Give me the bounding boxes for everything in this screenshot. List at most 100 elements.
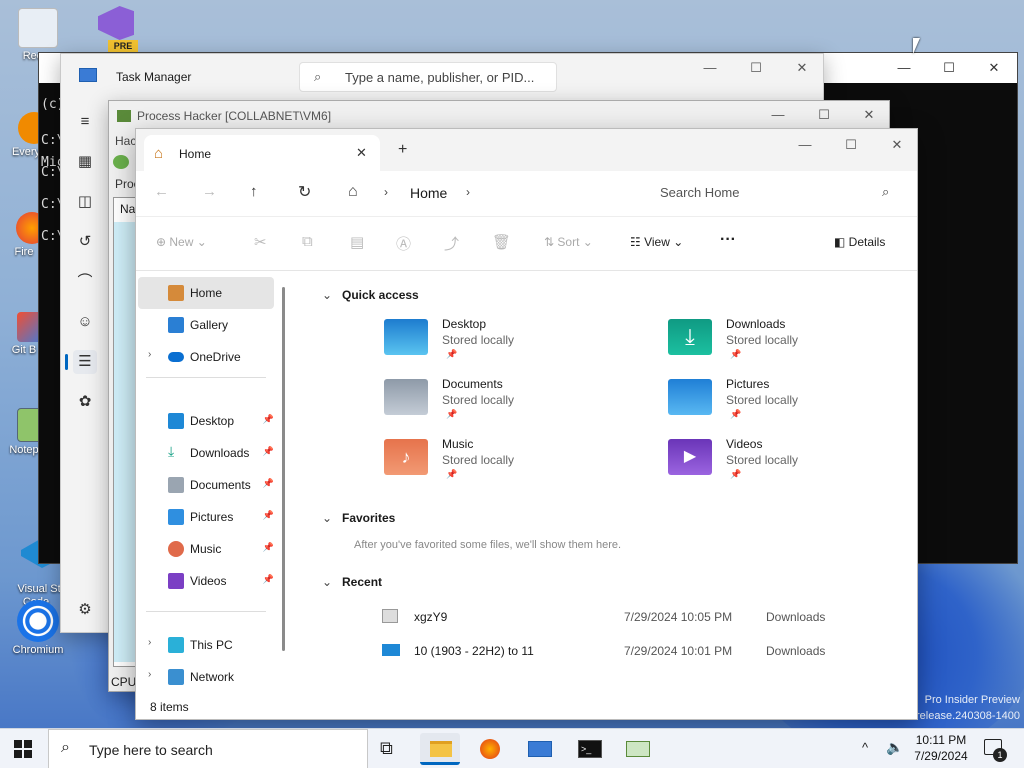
sidebar-item-desktop[interactable]: Desktop 📌 — [138, 405, 274, 437]
details-icon[interactable]: ☰ — [73, 350, 97, 374]
back-arrow-icon[interactable]: ← — [154, 183, 169, 200]
chevron-right-icon[interactable]: › — [148, 637, 151, 648]
explorer-maximize-button[interactable]: ☐ — [828, 137, 874, 153]
new-tab-icon[interactable]: + — [398, 141, 407, 159]
chevron-right-icon[interactable]: › — [148, 349, 151, 360]
view-button[interactable]: ☷ View ⌄ — [630, 235, 683, 249]
recent-row[interactable]: xgzY9 7/29/2024 10:05 PM Downloads — [382, 605, 862, 629]
forward-arrow-icon[interactable]: → — [202, 183, 217, 200]
notification-center-icon[interactable]: 1 — [984, 739, 1007, 762]
address-bar[interactable]: ⌂ › Home › — [338, 175, 634, 211]
taskbar-search-box[interactable]: ⌕ Type here to search — [48, 729, 368, 768]
console-close-button[interactable]: ✕ — [971, 53, 1017, 83]
recent-file-location: Downloads — [766, 644, 826, 658]
chevron-right-icon[interactable]: › — [148, 669, 151, 680]
start-windows-icon[interactable] — [14, 740, 32, 758]
sidebar-item-music[interactable]: Music 📌 — [138, 533, 274, 565]
sidebar-item-label: Videos — [190, 574, 227, 588]
chevron-up-icon[interactable]: ^ — [862, 740, 868, 755]
console-minimize-button[interactable]: — — [881, 53, 927, 83]
breadcrumb-home[interactable]: Home — [410, 185, 447, 201]
cut-icon[interactable]: ✂ — [254, 233, 267, 251]
details-button[interactable]: ◧ Details — [834, 235, 885, 249]
refresh-icon[interactable]: ↻ — [298, 182, 311, 202]
quick-access-item-downloads[interactable]: ⤓ Downloads Stored locally 📌 — [668, 317, 918, 377]
sidebar-item-documents[interactable]: Documents 📌 — [138, 469, 274, 501]
quick-access-header[interactable]: ⌄ Quick access — [322, 288, 419, 302]
sort-button[interactable]: ⇅ Sort ⌄ — [544, 235, 593, 249]
sidebar-item-onedrive[interactable]: › OneDrive — [138, 341, 274, 373]
taskbar-terminal-button[interactable]: >_ — [570, 733, 610, 765]
explorer-search-input[interactable]: Search Home ⌕ — [648, 177, 906, 209]
task-manager-maximize-button[interactable]: ☐ — [733, 60, 779, 76]
delete-icon[interactable]: 🗑 — [492, 233, 511, 251]
task-manager-close-button[interactable]: ✕ — [779, 60, 825, 76]
breadcrumb-chevron-icon[interactable]: › — [466, 185, 470, 199]
rename-icon[interactable]: Ⓐ — [396, 233, 411, 254]
copy-icon[interactable]: ⧉ — [302, 233, 313, 250]
quick-access-item-desktop[interactable]: Desktop Stored locally 📌 — [384, 317, 634, 377]
sidebar-item-pictures[interactable]: Pictures 📌 — [138, 501, 274, 533]
sidebar-scrollbar[interactable] — [282, 287, 285, 651]
file-explorer-window[interactable]: ⌂ Home ✕ + — ☐ ✕ ← → ↑ ↻ ⌂ › Home › Sear… — [135, 128, 918, 720]
taskbar-task-manager-button[interactable] — [520, 733, 560, 765]
sidebar-item-home[interactable]: Home — [138, 277, 274, 309]
paste-icon[interactable]: ▤ — [350, 233, 364, 251]
taskbar-clock[interactable]: 10:11 PM 7/29/2024 — [912, 733, 970, 763]
quick-access-item-videos[interactable]: ▶ Videos Stored locally 📌 — [668, 437, 918, 497]
task-manager-icon — [528, 741, 552, 757]
users-icon[interactable]: ☺ — [73, 310, 97, 334]
task-manager-search-input[interactable]: ⌕ Type a name, publisher, or PID... — [299, 62, 557, 92]
favorites-header[interactable]: ⌄ Favorites — [322, 511, 395, 525]
settings-gear-icon[interactable]: ⚙ — [73, 598, 97, 622]
task-view-icon[interactable]: ⧉ — [380, 738, 393, 759]
sidebar-item-network[interactable]: › Network — [138, 661, 274, 693]
process-hacker-menu[interactable]: Hac — [115, 134, 136, 148]
sidebar-item-label: Desktop — [190, 414, 235, 428]
more-options-icon[interactable]: ··· — [720, 231, 736, 249]
task-manager-minimize-button[interactable]: — — [687, 60, 733, 75]
quick-access-sub: Stored locally — [442, 393, 515, 407]
quick-access-item-music[interactable]: ♪ Music Stored locally 📌 — [384, 437, 634, 497]
process-hacker-close-button[interactable]: ✕ — [846, 107, 892, 123]
new-button[interactable]: ⊕ New ⌄ — [156, 235, 207, 249]
tab-home[interactable]: ⌂ Home ✕ — [144, 135, 380, 171]
sidebar-item-this-pc[interactable]: › This PC — [138, 629, 274, 661]
sidebar-divider — [146, 377, 266, 378]
explorer-minimize-button[interactable]: — — [782, 137, 828, 152]
process-hacker-maximize-button[interactable]: ☐ — [801, 107, 847, 123]
sidebar-item-gallery[interactable]: Gallery — [138, 309, 274, 341]
services-icon[interactable]: ✿ — [73, 390, 97, 414]
downloads-arrow-icon: ⤓ — [168, 443, 175, 459]
watermark-line2: release.240308-1400 — [916, 710, 1020, 722]
taskbar-process-hacker-button[interactable] — [618, 733, 658, 765]
quick-access-item-documents[interactable]: Documents Stored locally 📌 — [384, 377, 634, 437]
sidebar-item-downloads[interactable]: ⤓ Downloads 📌 — [138, 437, 274, 469]
sidebar-item-label: Gallery — [190, 318, 229, 332]
explorer-content-pane: ⌄ Quick access Desktop Stored locally 📌 ⤓… — [292, 271, 917, 697]
quick-access-item-pictures[interactable]: Pictures Stored locally 📌 — [668, 377, 918, 437]
desktop-icon-vs-preview[interactable]: PRE — [92, 6, 140, 52]
app-history-icon[interactable]: ↺ — [73, 230, 97, 254]
console-maximize-button[interactable]: ☐ — [926, 53, 972, 83]
taskbar-firefox-button[interactable] — [470, 733, 510, 765]
up-arrow-icon[interactable]: ↑ — [250, 183, 258, 200]
gallery-icon — [168, 317, 184, 333]
file-icon — [382, 644, 400, 656]
process-hacker-minimize-button[interactable]: — — [755, 107, 801, 122]
hamburger-menu-icon[interactable]: ≡ — [73, 110, 97, 134]
performance-icon[interactable]: ◫ — [73, 190, 97, 214]
tab-close-icon[interactable]: ✕ — [356, 145, 367, 161]
taskbar-file-explorer-button[interactable] — [420, 733, 460, 765]
startup-apps-icon[interactable]: ⌒ — [73, 270, 97, 294]
sort-label: Sort — [557, 235, 580, 249]
recent-row[interactable]: 10 (1903 - 22H2) to 11 7/29/2024 10:01 P… — [382, 639, 862, 663]
name-column-header[interactable]: Na — [120, 202, 135, 216]
explorer-close-button[interactable]: ✕ — [874, 137, 920, 153]
sidebar-item-videos[interactable]: Videos 📌 — [138, 565, 274, 597]
refresh-icon[interactable] — [113, 155, 129, 169]
share-icon[interactable]: ⤴ — [444, 233, 459, 254]
speaker-muted-icon[interactable]: 🔈 — [886, 739, 903, 756]
processes-icon[interactable]: ▦ — [73, 150, 97, 174]
recent-header[interactable]: ⌄ Recent — [322, 575, 382, 589]
